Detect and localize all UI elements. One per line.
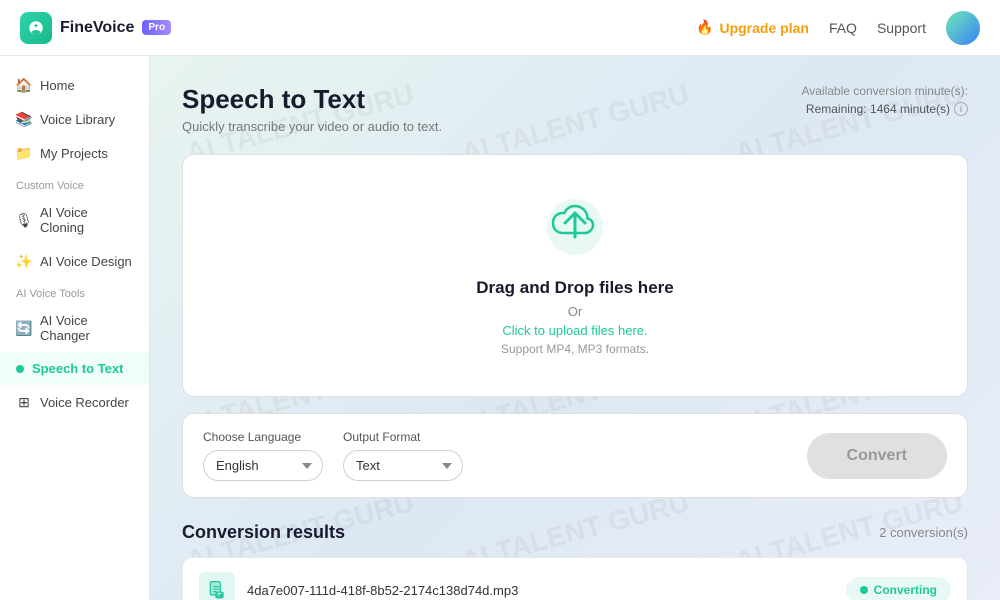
convert-button[interactable]: Convert bbox=[807, 433, 947, 479]
controls-row: Choose Language English Chinese Japanese… bbox=[182, 413, 968, 498]
sidebar-item-voice-library[interactable]: 📚 Voice Library bbox=[0, 102, 149, 136]
results-header: Conversion results 2 conversion(s) bbox=[182, 522, 968, 543]
sidebar-item-ai-voice-changer[interactable]: 🔄 AI Voice Changer bbox=[0, 304, 149, 352]
sidebar-item-label: Speech to Text bbox=[32, 361, 124, 376]
format-control-group: Output Format Text SRT VTT bbox=[343, 430, 463, 481]
support-text: Support MP4, MP3 formats. bbox=[501, 342, 649, 356]
converting-dot-icon bbox=[860, 586, 868, 594]
sidebar-item-label: Voice Library bbox=[40, 112, 115, 127]
custom-voice-section-label: Custom Voice bbox=[0, 170, 149, 196]
content-area: AI TALENT GURU AI TALENT GURU AI TALENT … bbox=[150, 56, 1000, 600]
voice-library-icon: 📚 bbox=[16, 111, 32, 127]
results-count: 2 conversion(s) bbox=[879, 525, 968, 540]
sidebar-item-home[interactable]: 🏠 Home bbox=[0, 68, 149, 102]
logo-text: FineVoice bbox=[60, 19, 134, 37]
sidebar-item-voice-recorder[interactable]: ⊞ Voice Recorder bbox=[0, 385, 149, 419]
file-name: 4da7e007-111d-418f-8b52-2174c138d74d.mp3 bbox=[247, 583, 834, 598]
pro-badge: Pro bbox=[142, 20, 171, 35]
language-select[interactable]: English Chinese Japanese French Spanish bbox=[203, 450, 323, 481]
format-select[interactable]: Text SRT VTT bbox=[343, 450, 463, 481]
drag-title: Drag and Drop files here bbox=[476, 278, 673, 298]
info-icon[interactable]: i bbox=[954, 102, 968, 116]
language-label: Choose Language bbox=[203, 430, 323, 444]
sidebar-item-speech-to-text[interactable]: Speech to Text bbox=[0, 352, 149, 385]
converting-badge: Converting bbox=[846, 577, 951, 600]
sidebar-item-label: AI Voice Cloning bbox=[40, 205, 133, 235]
conversion-info: Available conversion minute(s): Remainin… bbox=[801, 84, 968, 116]
or-text: Or bbox=[568, 304, 582, 319]
sidebar: 🏠 Home 📚 Voice Library 📁 My Projects Cus… bbox=[0, 56, 150, 600]
home-icon: 🏠 bbox=[16, 77, 32, 93]
results-title: Conversion results bbox=[182, 522, 345, 543]
remaining-label: Remaining: 1464 minute(s) i bbox=[801, 102, 968, 116]
nav-right: 🔥 Upgrade plan FAQ Support bbox=[696, 11, 980, 45]
result-item: 4da7e007-111d-418f-8b52-2174c138d74d.mp3… bbox=[182, 557, 968, 600]
voice-recorder-icon: ⊞ bbox=[16, 394, 32, 410]
avatar[interactable] bbox=[946, 11, 980, 45]
sidebar-item-label: Home bbox=[40, 78, 75, 93]
sidebar-item-label: AI Voice Design bbox=[40, 254, 132, 269]
page-header: Speech to Text Quickly transcribe your v… bbox=[182, 84, 968, 134]
ai-voice-changer-icon: 🔄 bbox=[16, 320, 32, 336]
ai-tools-section-label: AI Voice Tools bbox=[0, 278, 149, 304]
faq-button[interactable]: FAQ bbox=[829, 20, 857, 36]
upload-icon-wrap bbox=[543, 195, 607, 264]
available-label: Available conversion minute(s): bbox=[801, 84, 968, 98]
main-layout: 🏠 Home 📚 Voice Library 📁 My Projects Cus… bbox=[0, 56, 1000, 600]
converting-label: Converting bbox=[874, 583, 937, 597]
sidebar-item-my-projects[interactable]: 📁 My Projects bbox=[0, 136, 149, 170]
upload-dropzone[interactable]: Drag and Drop files here Or Click to upl… bbox=[182, 154, 968, 397]
content-inner: Speech to Text Quickly transcribe your v… bbox=[182, 84, 968, 600]
sidebar-item-label: My Projects bbox=[40, 146, 108, 161]
page-title: Speech to Text bbox=[182, 84, 442, 115]
support-button[interactable]: Support bbox=[877, 20, 926, 36]
ai-voice-design-icon: ✨ bbox=[16, 253, 32, 269]
sidebar-item-label: AI Voice Changer bbox=[40, 313, 133, 343]
page-subtitle: Quickly transcribe your video or audio t… bbox=[182, 119, 442, 134]
ai-voice-cloning-icon: 🎙 bbox=[16, 212, 32, 228]
my-projects-icon: 📁 bbox=[16, 145, 32, 161]
sidebar-item-label: Voice Recorder bbox=[40, 395, 129, 410]
top-navigation: FineVoice Pro 🔥 Upgrade plan FAQ Support bbox=[0, 0, 1000, 56]
sidebar-item-ai-voice-cloning[interactable]: 🎙 AI Voice Cloning bbox=[0, 196, 149, 244]
file-icon bbox=[199, 572, 235, 600]
language-control-group: Choose Language English Chinese Japanese… bbox=[203, 430, 323, 481]
click-upload-text[interactable]: Click to upload files here. bbox=[502, 323, 647, 338]
format-label: Output Format bbox=[343, 430, 463, 444]
sidebar-item-ai-voice-design[interactable]: ✨ AI Voice Design bbox=[0, 244, 149, 278]
logo-area: FineVoice Pro bbox=[20, 12, 171, 44]
logo-icon bbox=[20, 12, 52, 44]
upgrade-button[interactable]: 🔥 Upgrade plan bbox=[696, 19, 809, 36]
page-title-area: Speech to Text Quickly transcribe your v… bbox=[182, 84, 442, 134]
active-indicator bbox=[16, 365, 24, 373]
